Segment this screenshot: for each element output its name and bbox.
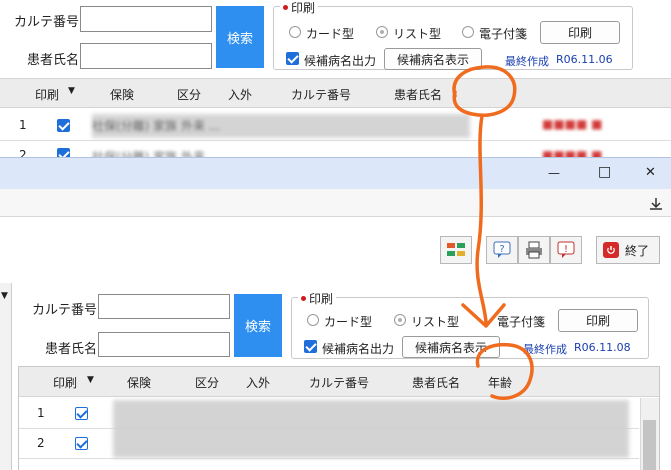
annotation-circle-bottom — [475, 342, 534, 401]
annotation-overlay — [452, 65, 534, 401]
annotation-circle-top — [452, 65, 517, 117]
annotation-arrow-line — [475, 114, 488, 324]
